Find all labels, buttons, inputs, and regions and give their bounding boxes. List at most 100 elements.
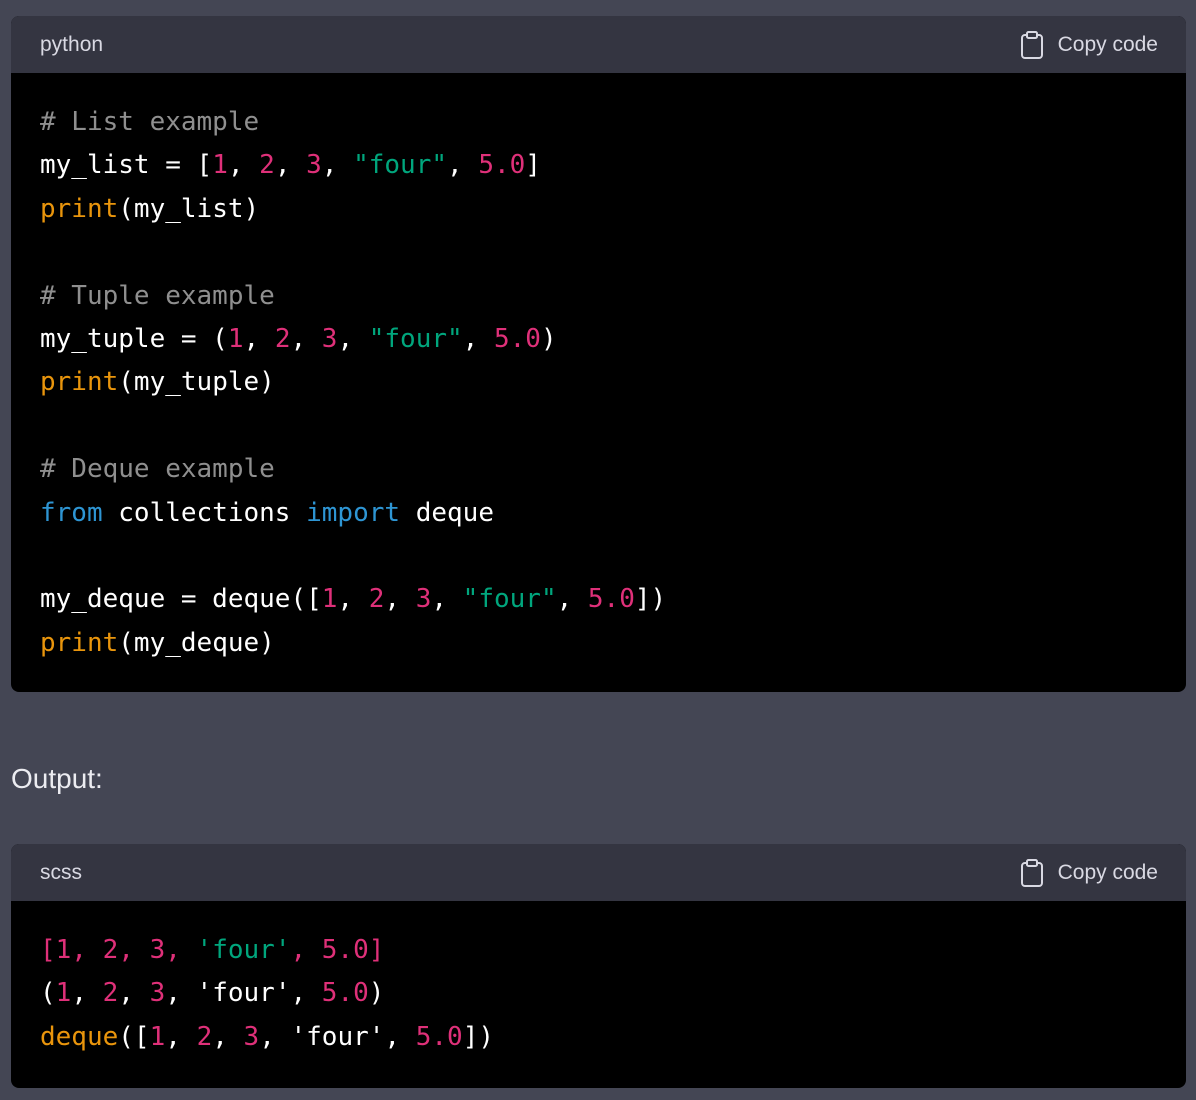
code-token-number: 2	[102, 978, 119, 1009]
code-token-plain: )	[540, 323, 557, 354]
code-token-plain: , 'four',	[165, 978, 322, 1009]
code-token-number: 2	[259, 150, 275, 181]
code-token-number: 5.0	[321, 978, 369, 1009]
code-token-number: 1	[212, 150, 228, 181]
output-label: Output:	[11, 763, 103, 794]
code-language-label: scss	[40, 860, 82, 884]
code-token-number: 3	[321, 323, 338, 354]
code-line: deque([1, 2, 3, 'four', 5.0])	[40, 1016, 1157, 1059]
code-token-keyword: from	[40, 497, 103, 528]
code-token-plain: ,	[274, 150, 307, 181]
code-token-plain: ,	[290, 323, 322, 354]
code-token-comment: # Deque example	[40, 454, 275, 485]
code-token-number: 2	[196, 1021, 213, 1052]
code-token-number: 1	[55, 978, 72, 1009]
code-token-plain: ,	[447, 150, 479, 181]
code-line: my_list = [1, 2, 3, "four", 5.0]	[40, 144, 1157, 187]
copy-code-button[interactable]: Copy code	[1020, 30, 1158, 59]
code-line: # List example	[40, 101, 1157, 144]
code-line: # Deque example	[40, 448, 1157, 491]
code-token-keyword: import	[306, 497, 401, 528]
code-token-comment: # Tuple example	[40, 280, 275, 311]
code-line: print(my_deque)	[40, 622, 1157, 665]
code-token-builtin: print	[40, 193, 119, 224]
code-line: my_deque = deque([1, 2, 3, "four", 5.0])	[40, 578, 1157, 621]
code-token-plain: ,	[212, 1021, 244, 1052]
code-token-plain: ,	[227, 150, 260, 181]
clipboard-icon	[1020, 30, 1044, 59]
code-token-plain: ,	[431, 584, 463, 615]
code-token-plain: (my_tuple)	[118, 367, 275, 398]
code-token-number: 3	[415, 584, 432, 615]
code-line: print(my_tuple)	[40, 361, 1157, 404]
code-language-label: python	[40, 32, 104, 56]
code-line: my_tuple = (1, 2, 3, "four", 5.0)	[40, 318, 1157, 361]
code-line: [1, 2, 3, 'four', 5.0]	[40, 929, 1157, 972]
code-line: print(my_list)	[40, 188, 1157, 231]
code-token-plain: my_list = [	[40, 150, 213, 181]
code-token-plain: ,	[462, 323, 494, 354]
code-token-string: "four"	[353, 150, 448, 181]
code-token-builtin: print	[40, 627, 119, 658]
code-token-plain: ,	[337, 584, 369, 615]
code-token-plain: , 'four',	[259, 1021, 416, 1052]
copy-code-label: Copy code	[1057, 860, 1158, 884]
code-token-plain: ,	[556, 584, 588, 615]
code-token-comment: # List example	[40, 107, 260, 137]
code-token-number: [1, 2, 3,	[40, 935, 197, 965]
code-token-builtin: deque	[40, 1021, 119, 1052]
code-token-plain: ])	[462, 1021, 495, 1052]
code-token-plain: (	[40, 978, 56, 1009]
code-block-scss: scss Copy code [1, 2, 3, 'four', 5.0] (1,…	[11, 844, 1186, 1088]
code-token-string: 'four'	[196, 935, 291, 965]
code-token-plain: ,	[165, 1021, 197, 1052]
code-token-plain: my_deque = deque([	[40, 584, 322, 615]
code-token-string: "four"	[462, 584, 557, 615]
code-token-number: 3	[306, 150, 322, 181]
code-token-number: 3	[149, 978, 166, 1009]
code-token-number: 1	[321, 584, 338, 615]
code-token-number: , 5.0]	[290, 935, 385, 965]
code-token-plain: ,	[321, 150, 354, 181]
clipboard-icon	[1020, 858, 1044, 887]
code-token-plain: ,	[71, 978, 103, 1009]
code-token-number: 1	[149, 1021, 166, 1052]
code-token-number: 5.0	[415, 1021, 463, 1052]
code-token-plain: collections	[102, 497, 307, 528]
code-block-python: python Copy code # List example my_list =…	[11, 16, 1186, 692]
code-token-number: 5.0	[493, 323, 541, 354]
code-token-plain: ,	[243, 323, 275, 354]
code-token-plain: deque	[400, 497, 494, 528]
chat-message-content: python Copy code # List example my_list =…	[0, 0, 1196, 1100]
code-line: (1, 2, 3, 'four', 5.0)	[40, 972, 1157, 1015]
code-body: [1, 2, 3, 'four', 5.0] (1, 2, 3, 'four', …	[11, 901, 1186, 1059]
code-token-plain: (my_list)	[118, 193, 260, 224]
code-token-number: 2	[368, 584, 385, 615]
code-block-header: scss Copy code	[11, 844, 1186, 901]
code-token-plain: ,	[337, 323, 369, 354]
code-line: from collections import deque	[40, 492, 1157, 535]
code-line: # Tuple example	[40, 275, 1157, 318]
code-body: # List example my_list = [1, 2, 3, "four"…	[11, 73, 1186, 665]
code-token-string: "four"	[368, 323, 463, 354]
code-token-plain: ([	[118, 1021, 150, 1052]
copy-code-label: Copy code	[1057, 32, 1158, 56]
code-token-plain: my_tuple = (	[40, 323, 228, 354]
code-token-plain: (my_deque)	[118, 627, 275, 658]
code-token-number: 3	[243, 1021, 260, 1052]
code-token-number: 5.0	[587, 584, 635, 615]
code-token-number: 2	[274, 323, 291, 354]
code-token-plain: )	[368, 978, 385, 1009]
code-token-number: 5.0	[478, 150, 526, 181]
code-token-number: 1	[227, 323, 244, 354]
code-token-plain: ])	[634, 584, 667, 615]
code-token-plain: ,	[384, 584, 416, 615]
code-token-plain: ,	[118, 978, 150, 1009]
code-token-plain: ]	[525, 150, 541, 181]
code-block-header: python Copy code	[11, 16, 1186, 73]
copy-code-button[interactable]: Copy code	[1020, 858, 1158, 887]
code-token-builtin: print	[40, 367, 119, 398]
